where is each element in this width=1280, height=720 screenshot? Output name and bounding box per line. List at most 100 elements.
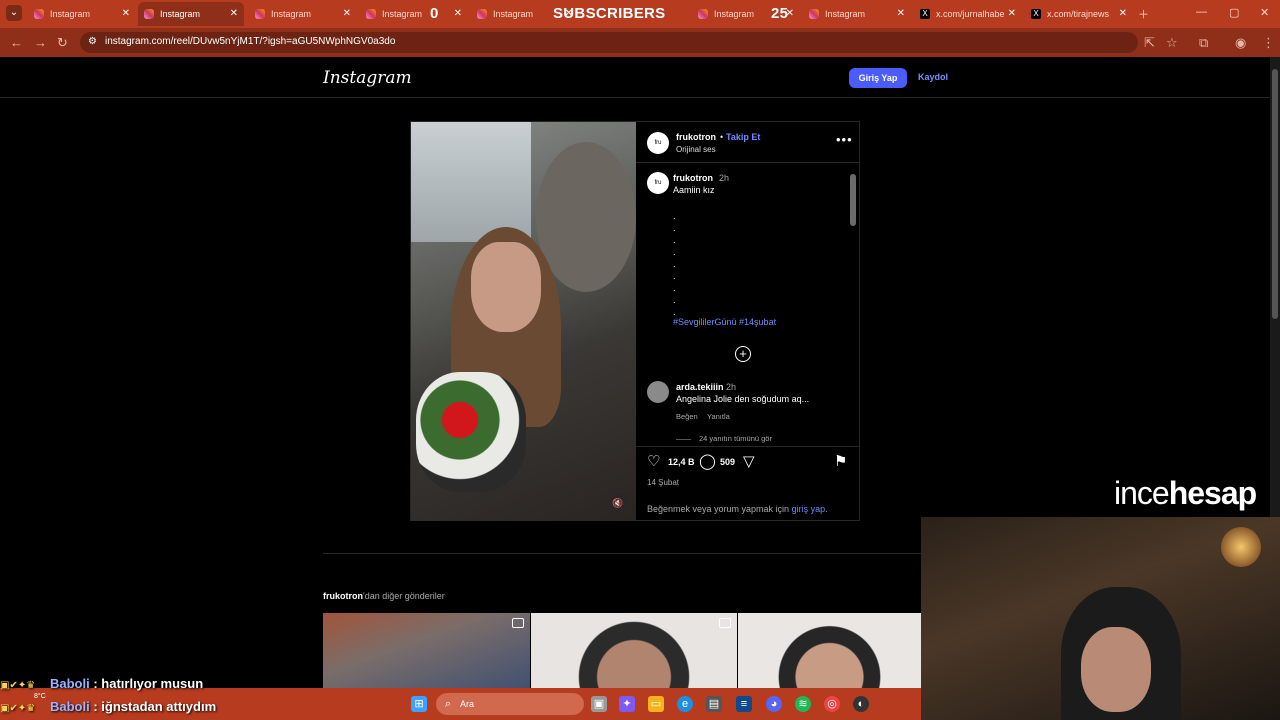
close-icon[interactable]: ✕ (122, 8, 130, 19)
tab-search-icon[interactable]: ⌄ (6, 5, 22, 21)
follow-button[interactable]: Takip Et (726, 132, 760, 142)
webcam-lamp (1221, 527, 1261, 567)
author-avatar[interactable]: fru (647, 132, 669, 154)
load-more-comments-icon[interactable]: + (735, 346, 751, 362)
comment-author[interactable]: arda.tekiiin (676, 382, 724, 392)
close-icon[interactable]: ✕ (230, 8, 238, 19)
app-icon[interactable]: ≡ (736, 696, 752, 712)
like-count: 12,4 B (668, 457, 695, 467)
instagram-icon (144, 9, 154, 19)
subscribers-label: SUBSCRIBERS (553, 5, 666, 22)
login-link[interactable]: giriş yap (792, 504, 826, 514)
caption-text: Aamiin kız (673, 185, 715, 195)
caption-time: 2h (719, 173, 730, 183)
share-send-icon[interactable]: ▽ (743, 452, 755, 470)
browser-tab[interactable]: X x.com/tirajnews ✕ (1025, 2, 1133, 26)
more-options-icon[interactable]: ••• (836, 132, 853, 147)
webcam-overlay (921, 517, 1280, 720)
chat-message: ▣✔✦♛ Baboli : iğnstadan attıydım (0, 699, 217, 714)
minimize-icon[interactable]: — (1196, 6, 1207, 18)
stream-brand-logo: incehesap (1114, 475, 1257, 511)
window-close-icon[interactable]: ✕ (1260, 6, 1269, 19)
comments-scrollbar[interactable] (849, 164, 857, 445)
mute-icon[interactable]: 🔇 (609, 494, 627, 512)
search-icon: ⌕ (444, 698, 452, 710)
discord-icon[interactable]: ◕ (766, 696, 782, 712)
like-heart-icon[interactable]: ♡ (647, 452, 660, 470)
url-field[interactable]: ⚙ instagram.com/reel/DUvw5nYjM1T/?igsh=a… (80, 32, 1138, 53)
taskbar-search[interactable]: Ara (436, 693, 584, 715)
comment-like-button[interactable]: Beğen (676, 412, 698, 421)
instagram-icon (809, 9, 819, 19)
browser-tab[interactable]: Instagram ✕ (803, 2, 911, 26)
more-posts-author[interactable]: frukotron (323, 591, 363, 601)
instagram-logo[interactable]: Instagram (323, 68, 412, 88)
edge-icon[interactable]: e (677, 696, 693, 712)
bookmark-star-icon[interactable]: ☆ (1166, 35, 1178, 51)
forward-icon[interactable]: → (34, 35, 47, 50)
more-post-thumbnail[interactable] (323, 613, 530, 688)
spotify-icon[interactable]: ≋ (795, 696, 811, 712)
reel-video[interactable]: 🔇 (411, 122, 636, 521)
post-date: 14 Şubat (647, 478, 680, 487)
site-info-icon[interactable]: ⚙ (88, 36, 97, 47)
new-tab-icon[interactable]: ＋ (1138, 6, 1149, 22)
reel-post: 🔇 fru frukotron • Takip Et Orijinal ses … (410, 121, 860, 521)
browser-tab[interactable]: Instagram ✕ (249, 2, 357, 26)
close-icon[interactable]: ✕ (454, 8, 462, 19)
more-post-thumbnail[interactable] (531, 613, 737, 688)
chrome-icon[interactable]: ◎ (824, 696, 840, 712)
comment-bubble-icon[interactable]: ◯ (699, 452, 716, 470)
close-icon[interactable]: ✕ (897, 8, 905, 19)
chat-badges-icon: ▣✔✦♛ (0, 680, 36, 691)
instagram-icon (255, 9, 265, 19)
caption-author[interactable]: frukotron (673, 173, 713, 183)
signup-link[interactable]: Kaydol (918, 72, 948, 82)
task-view-icon[interactable]: ▣ (591, 696, 607, 712)
browser-tab-active[interactable]: Instagram ✕ (138, 2, 244, 26)
comment-time: 2h (726, 382, 737, 392)
author-username[interactable]: frukotron (676, 132, 716, 142)
caption-dots: . . . . . . . . . (673, 211, 676, 317)
reload-icon[interactable]: ↻ (57, 35, 68, 51)
extensions-icon[interactable]: ⧉ (1199, 35, 1208, 51)
instagram-icon (477, 9, 487, 19)
maximize-icon[interactable]: ▢ (1229, 6, 1239, 19)
chat-message: ▣✔✦♛ Baboli : hatırlıyor musun (0, 676, 204, 691)
more-post-thumbnail[interactable] (738, 613, 921, 688)
close-icon[interactable]: ✕ (1119, 8, 1127, 19)
browser-tab[interactable]: Instagram ✕ (28, 2, 136, 26)
subscriber-count-left: 0 (430, 5, 439, 22)
windows-start-icon[interactable]: ⊞ (411, 696, 427, 712)
browser-menu-icon[interactable]: ⋮ (1262, 35, 1275, 51)
more-posts-title: frukotron'dan diğer gönderiler (323, 591, 445, 601)
comment-reply-button[interactable]: Yanıtla (707, 412, 730, 421)
close-icon[interactable]: ✕ (1008, 8, 1016, 19)
reel-icon (512, 618, 524, 628)
caption-hashtags[interactable]: #SevgililerGünü #14şubat (673, 317, 776, 327)
comment-count: 509 (720, 457, 736, 467)
x-icon: X (1031, 9, 1041, 19)
caption-avatar[interactable]: fru (647, 172, 669, 194)
close-icon[interactable]: ✕ (343, 8, 351, 19)
back-icon[interactable]: ← (10, 35, 23, 50)
obs-icon[interactable]: ◐ (853, 696, 869, 712)
save-bookmark-icon[interactable]: ⚑ (834, 452, 847, 470)
install-app-icon[interactable]: ⇱ (1144, 35, 1155, 51)
file-explorer-icon[interactable]: ▭ (648, 696, 664, 712)
video-background (411, 122, 531, 242)
commenter-avatar[interactable] (647, 381, 669, 403)
view-replies-button[interactable]: 24 yanıtın tümünü gör (699, 434, 772, 443)
replies-divider: —— (676, 434, 691, 443)
instagram-icon (34, 9, 44, 19)
x-icon: X (920, 9, 930, 19)
browser-tab[interactable]: X x.com/jurnalhabe ✕ (914, 2, 1022, 26)
instagram-icon (698, 9, 708, 19)
audio-label[interactable]: Orijinal ses (676, 145, 716, 154)
store-icon[interactable]: ▤ (706, 696, 722, 712)
browser-tab[interactable]: Instagram ✕ (360, 2, 468, 26)
profile-icon[interactable]: ◉ (1235, 35, 1246, 51)
copilot-icon[interactable]: ✦ (619, 696, 635, 712)
separator-dot: • (720, 132, 724, 142)
login-button[interactable]: Giriş Yap (849, 68, 907, 88)
